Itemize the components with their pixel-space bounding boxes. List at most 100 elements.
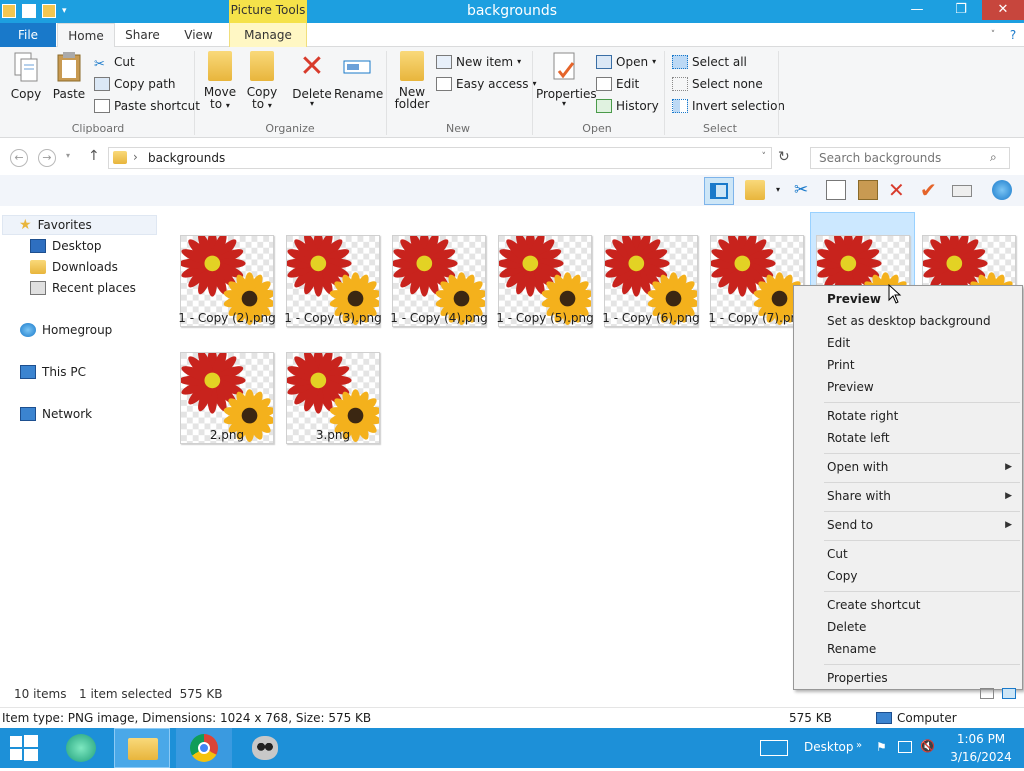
menu-rotate-right[interactable]: Rotate right — [827, 409, 898, 423]
folder-options-icon[interactable] — [745, 180, 765, 200]
history-button[interactable]: History — [596, 96, 659, 116]
edit-button[interactable]: Edit — [596, 74, 639, 94]
breadcrumb[interactable]: backgrounds — [148, 151, 225, 165]
menu-edit[interactable]: Edit — [827, 336, 850, 350]
refresh-icon[interactable]: ↻ — [778, 149, 790, 165]
globe-icon[interactable] — [992, 180, 1012, 200]
new-folder-button[interactable]: New folder — [394, 51, 430, 111]
menu-delete[interactable]: Delete — [827, 620, 866, 634]
nav-this-pc[interactable]: This PC — [20, 362, 86, 382]
menu-share-with[interactable]: Share with — [827, 489, 891, 503]
menu-open-with[interactable]: Open with — [827, 460, 888, 474]
network-tray-icon[interactable] — [898, 741, 912, 753]
restore-icon[interactable]: ❐ — [946, 0, 976, 20]
file-name-label[interactable]: 3.png — [280, 428, 386, 442]
search-icon[interactable]: ⌕ — [990, 150, 997, 165]
expand-ribbon-icon[interactable]: ˅ — [986, 23, 1000, 47]
recent-places-icon — [30, 281, 46, 295]
touch-keyboard-icon[interactable] — [760, 740, 788, 756]
select-all-button[interactable]: Select all — [672, 52, 747, 72]
up-icon[interactable]: ↑ — [88, 148, 100, 164]
desktop-toolbar-chevron-icon[interactable]: » — [856, 740, 862, 751]
address-dropdown-icon[interactable]: ˅ — [762, 152, 767, 162]
menu-cut[interactable]: Cut — [827, 547, 848, 561]
clock-time[interactable]: 1:06 PM — [948, 732, 1014, 746]
open-button[interactable]: Open ▾ — [596, 52, 656, 72]
help-icon[interactable]: ? — [1004, 23, 1022, 47]
cut-button[interactable]: ✂ Cut — [94, 52, 135, 72]
copy-to-button[interactable]: Copy to ▾ — [244, 51, 280, 111]
menu-rename[interactable]: Rename — [827, 642, 876, 656]
back-icon[interactable]: ← — [10, 149, 28, 167]
taskbar: Desktop » ⚑ 🔇 1:06 PM 3/16/2024 — [0, 728, 1024, 768]
desktop-toolbar-label[interactable]: Desktop — [804, 740, 854, 754]
folder-options-dropdown-icon[interactable]: ▾ — [776, 185, 780, 194]
invert-selection-button[interactable]: Invert selection — [672, 96, 785, 116]
file-explorer-taskbar-icon[interactable] — [114, 728, 170, 768]
paste-shortcut-button[interactable]: Paste shortcut — [94, 96, 200, 116]
copy-path-button[interactable]: Copy path — [94, 74, 176, 94]
menu-create-shortcut[interactable]: Create shortcut — [827, 598, 920, 612]
nav-downloads[interactable]: Downloads — [30, 257, 118, 277]
nav-desktop[interactable]: Desktop — [30, 236, 102, 256]
menu-preview[interactable]: Preview — [827, 380, 874, 394]
raccoon-app-icon[interactable] — [238, 728, 294, 768]
easy-access-button[interactable]: Easy access ▾ — [436, 74, 537, 94]
rename-icon[interactable] — [952, 185, 972, 197]
address-bar[interactable]: › backgrounds ˅ — [108, 147, 772, 169]
breadcrumb-chevron-icon[interactable]: › — [133, 150, 138, 164]
nav-network[interactable]: Network — [20, 404, 92, 424]
rename-button[interactable]: Rename — [334, 51, 383, 101]
paste-icon[interactable] — [858, 180, 878, 200]
tab-file[interactable]: File — [0, 23, 56, 47]
tab-view[interactable]: View — [176, 23, 221, 47]
menu-copy[interactable]: Copy — [827, 569, 857, 583]
browser-app-icon[interactable] — [56, 728, 112, 768]
nav-homegroup[interactable]: Homegroup — [20, 320, 112, 340]
properties-quick-icon[interactable] — [22, 4, 36, 18]
recent-locations-icon[interactable]: ▾ — [66, 151, 70, 160]
start-button[interactable] — [0, 728, 56, 768]
paste-button[interactable]: Paste — [52, 51, 86, 101]
large-icons-view-icon[interactable] — [1002, 688, 1016, 699]
copy-icon[interactable] — [826, 180, 846, 200]
clock-date[interactable]: 3/16/2024 — [948, 750, 1014, 764]
details-view-icon[interactable] — [980, 688, 994, 699]
new-item-button[interactable]: New item ▾ — [436, 52, 521, 72]
delete-icon[interactable]: ✕ — [888, 180, 908, 200]
cut-icon[interactable]: ✂ — [794, 180, 814, 200]
chrome-taskbar-icon[interactable] — [176, 728, 232, 768]
close-icon[interactable]: ✕ — [982, 0, 1024, 20]
menu-rotate-left[interactable]: Rotate left — [827, 431, 890, 445]
new-folder-quick-icon[interactable] — [42, 4, 56, 18]
tab-share[interactable]: Share — [120, 23, 165, 47]
menu-send-to[interactable]: Send to — [827, 518, 873, 532]
customize-quick-access-icon[interactable]: ▾ — [62, 6, 67, 16]
move-to-button[interactable]: Move to ▾ — [202, 51, 238, 111]
menu-preview-default[interactable]: Preview — [827, 292, 881, 306]
file-name-label[interactable]: 1 - Copy (3).png — [280, 311, 386, 325]
action-center-flag-icon[interactable]: ⚑ — [876, 740, 887, 754]
file-name-label[interactable]: 1 - Copy (2).png — [174, 311, 280, 325]
minimize-icon[interactable]: — — [902, 0, 932, 20]
file-name-label[interactable]: 2.png — [174, 428, 280, 442]
volume-muted-icon[interactable]: 🔇 — [920, 739, 935, 753]
properties-check-icon[interactable]: ✔ — [920, 180, 940, 200]
delete-button[interactable]: ✕ Delete ▾ — [292, 51, 332, 109]
preview-pane-toggle[interactable] — [704, 177, 734, 205]
nav-favorites[interactable]: ★ Favorites — [2, 215, 157, 235]
file-name-label[interactable]: 1 - Copy (6).png — [598, 311, 704, 325]
menu-set-desktop-background[interactable]: Set as desktop background — [827, 314, 991, 328]
copy-button[interactable]: Copy — [8, 51, 44, 101]
select-none-button[interactable]: Select none — [672, 74, 763, 94]
file-name-label[interactable]: 1 - Copy (5).png — [492, 311, 598, 325]
nav-recent-places[interactable]: Recent places — [30, 278, 136, 298]
tab-home[interactable]: Home — [57, 23, 115, 48]
forward-icon[interactable]: → — [38, 149, 56, 167]
properties-button[interactable]: Properties ▾ — [536, 51, 597, 108]
tab-manage[interactable]: Manage — [229, 23, 307, 47]
menu-print[interactable]: Print — [827, 358, 855, 372]
search-input[interactable] — [810, 147, 1010, 169]
file-name-label[interactable]: 1 - Copy (4).png — [386, 311, 492, 325]
menu-properties[interactable]: Properties — [827, 671, 888, 685]
